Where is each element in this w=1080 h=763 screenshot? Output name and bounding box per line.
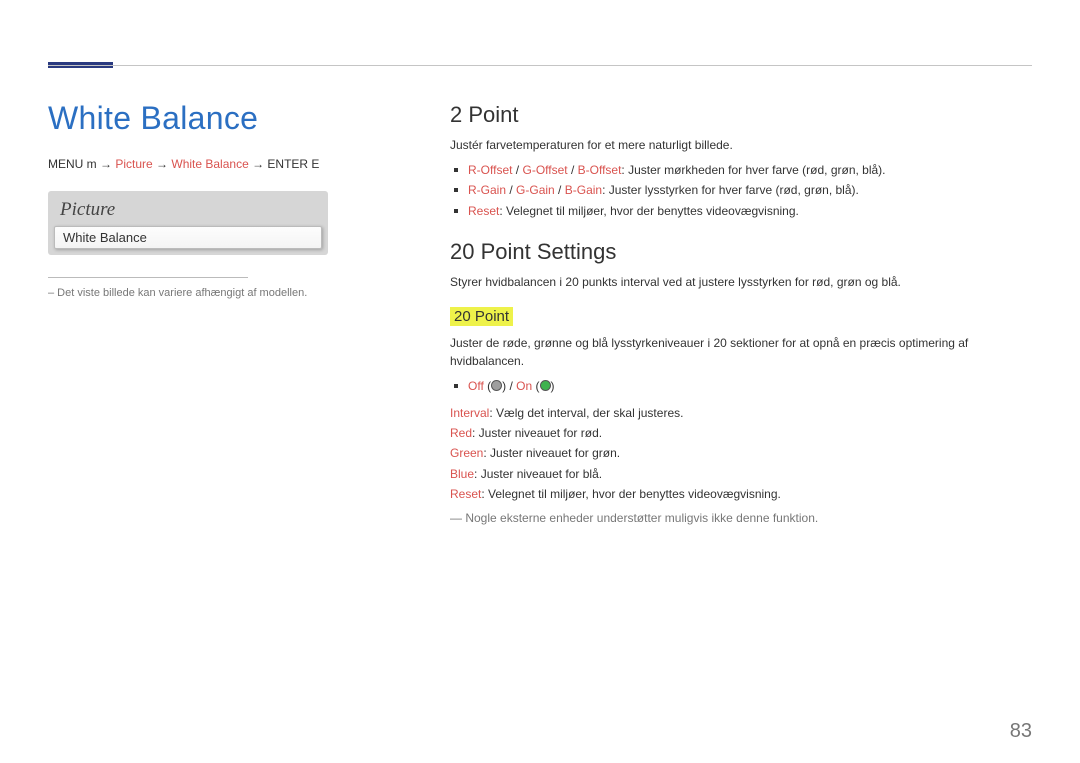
label-on: On	[516, 379, 532, 393]
label-r-offset: R-Offset	[468, 163, 512, 177]
section-20point-desc: Juster de røde, grønne og blå lysstyrken…	[450, 334, 1032, 370]
content-columns: White Balance MENU m → Picture → White B…	[48, 30, 1032, 525]
line-blue: Blue: Juster niveauet for blå.	[450, 464, 1032, 484]
menu-path-enter: ENTER E	[267, 157, 319, 171]
picture-box-title: Picture	[54, 199, 322, 226]
model-note: – Det viste billede kan variere afhængig…	[48, 286, 418, 301]
bullet-offset: R-Offset / G-Offset / B-Offset: Juster m…	[468, 160, 1032, 180]
label-reset: Reset	[468, 204, 499, 218]
label-g-gain: G-Gain	[516, 183, 555, 197]
label-b-offset: B-Offset	[578, 163, 622, 177]
off-on-line: Off () / On ()	[468, 376, 1032, 396]
line-interval: Interval: Vælg det interval, der skal ju…	[450, 403, 1032, 423]
off-on-bullet: Off () / On ()	[450, 376, 1032, 396]
section-20point-heading: 20 Point Settings	[450, 239, 1032, 265]
label-r-gain: R-Gain	[468, 183, 506, 197]
bullet-reset-2pt: Reset: Velegnet til miljøer, hvor der be…	[468, 201, 1032, 221]
menu-path-prefix: MENU m →	[48, 157, 115, 171]
section-2point-intro: Justér farvetemperaturen for et mere nat…	[450, 136, 1032, 154]
radio-on-icon	[540, 380, 551, 391]
menu-path-arrow: →	[249, 157, 268, 171]
menu-path-whitebalance: White Balance	[171, 157, 248, 171]
page-number: 83	[1010, 720, 1032, 743]
label-off: Off	[468, 379, 484, 393]
menu-path: MENU m → Picture → White Balance → ENTER…	[48, 157, 418, 171]
label-reset-20pt: Reset	[450, 487, 481, 501]
label-g-offset: G-Offset	[522, 163, 567, 177]
line-reset: Reset: Velegnet til miljøer, hvor der be…	[450, 484, 1032, 504]
document-page: White Balance MENU m → Picture → White B…	[0, 0, 1080, 763]
subheading-20point: 20 Point	[450, 307, 513, 326]
label-red: Red	[450, 426, 472, 440]
bullet-offset-text: : Juster mørkheden for hver farve (rød, …	[621, 163, 885, 177]
label-b-gain: B-Gain	[565, 183, 602, 197]
label-interval: Interval	[450, 406, 489, 420]
left-column: White Balance MENU m → Picture → White B…	[48, 100, 418, 525]
menu-path-arrow: →	[153, 157, 172, 171]
line-red: Red: Juster niveauet for rød.	[450, 423, 1032, 443]
right-column: 2 Point Justér farvetemperaturen for et …	[450, 100, 1032, 525]
section-20point-intro: Styrer hvidbalancen i 20 punkts interval…	[450, 273, 1032, 291]
external-device-note: Nogle eksterne enheder understøtter muli…	[450, 511, 1032, 525]
picture-menu-box: Picture White Balance	[48, 191, 328, 255]
section-2point-heading: 2 Point	[450, 102, 1032, 128]
section-2point-bullets: R-Offset / G-Offset / B-Offset: Juster m…	[450, 160, 1032, 221]
bullet-gain-text: : Juster lysstyrken for hver farve (rød,…	[602, 183, 859, 197]
note-divider	[48, 277, 248, 278]
label-green: Green	[450, 446, 483, 460]
top-divider	[48, 65, 1032, 66]
menu-path-picture: Picture	[115, 157, 152, 171]
label-blue: Blue	[450, 467, 474, 481]
bullet-reset-text: : Velegnet til miljøer, hvor der benytte…	[499, 204, 798, 218]
bullet-gain: R-Gain / G-Gain / B-Gain: Juster lysstyr…	[468, 180, 1032, 200]
line-green: Green: Juster niveauet for grøn.	[450, 443, 1032, 463]
picture-box-whitebalance-row: White Balance	[54, 226, 322, 249]
radio-off-icon	[491, 380, 502, 391]
page-title: White Balance	[48, 100, 418, 137]
